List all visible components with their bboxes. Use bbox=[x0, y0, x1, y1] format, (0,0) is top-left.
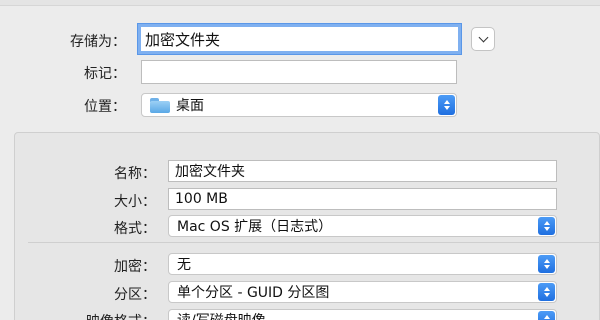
location-label: 位置： bbox=[84, 99, 126, 115]
save-as-label: 存储为： bbox=[70, 34, 126, 50]
size-label: 大小： bbox=[114, 194, 156, 210]
location-value: 桌面 bbox=[176, 98, 204, 114]
folder-icon bbox=[150, 97, 170, 113]
partitions-popup[interactable]: 单个分区 - GUID 分区图 bbox=[168, 281, 557, 303]
popup-stepper-icon bbox=[538, 217, 555, 235]
encryption-popup[interactable]: 无 bbox=[168, 253, 557, 275]
section-divider bbox=[28, 242, 600, 243]
popup-stepper-icon bbox=[538, 283, 555, 301]
format-label: 格式： bbox=[114, 221, 156, 237]
encryption-value: 无 bbox=[177, 257, 191, 273]
save-as-input[interactable]: 加密文件夹 bbox=[138, 24, 461, 54]
popup-stepper-icon bbox=[438, 95, 455, 115]
size-input[interactable]: 100 MB bbox=[168, 188, 557, 210]
format-value: Mac OS 扩展（日志式） bbox=[177, 219, 333, 235]
name-label: 名称： bbox=[114, 166, 156, 182]
partitions-label: 分区： bbox=[114, 287, 156, 303]
image-format-label: 映像格式： bbox=[40, 311, 156, 320]
image-format-popup[interactable]: 读/写磁盘映像 bbox=[168, 309, 557, 320]
popup-stepper-icon bbox=[538, 311, 555, 320]
window-top-edge bbox=[0, 0, 600, 6]
tags-input[interactable] bbox=[141, 60, 457, 84]
image-format-value: 读/写磁盘映像 bbox=[177, 310, 266, 320]
partitions-value: 单个分区 - GUID 分区图 bbox=[177, 285, 330, 301]
format-popup[interactable]: Mac OS 扩展（日志式） bbox=[168, 215, 557, 237]
popup-stepper-icon bbox=[538, 255, 555, 273]
name-input[interactable]: 加密文件夹 bbox=[168, 160, 557, 182]
tags-label: 标记： bbox=[84, 66, 126, 82]
encryption-label: 加密： bbox=[114, 259, 156, 275]
chevron-down-icon bbox=[478, 32, 488, 42]
location-popup[interactable]: 桌面 bbox=[141, 93, 457, 117]
expand-button[interactable] bbox=[471, 27, 495, 51]
